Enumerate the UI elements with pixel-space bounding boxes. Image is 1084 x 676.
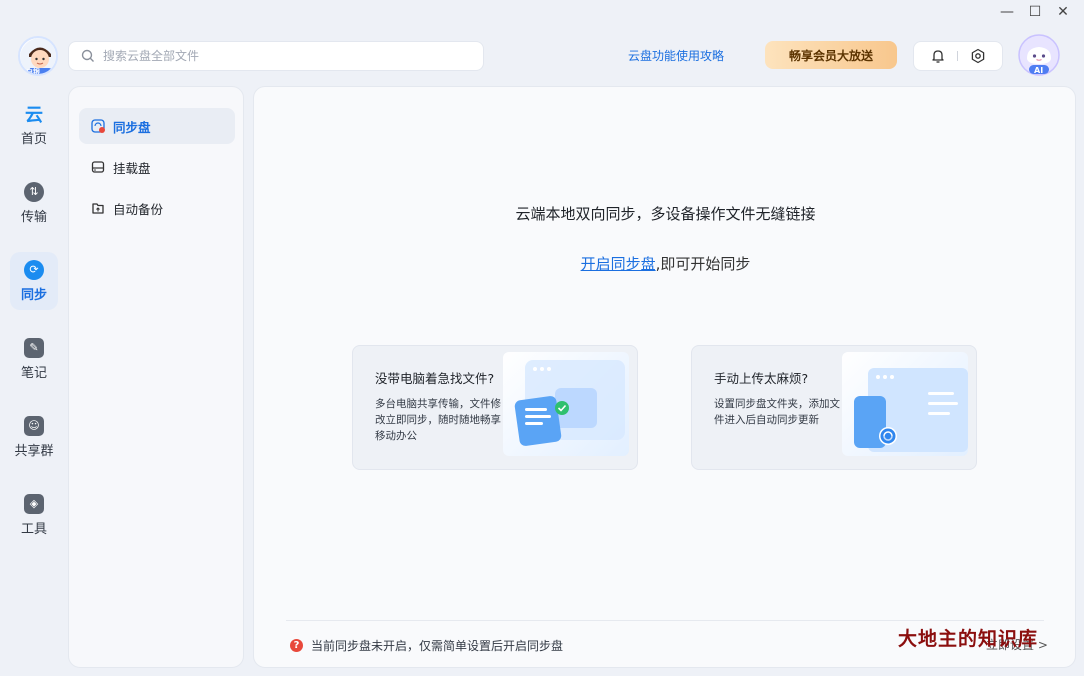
nav-item-share-group[interactable]: ☺ 共享群 bbox=[10, 408, 58, 466]
search-icon bbox=[81, 49, 94, 62]
subnav-item-mount-disk[interactable]: 挂载盘 bbox=[79, 149, 235, 185]
subnav-item-label: 挂载盘 bbox=[113, 160, 151, 176]
transfer-icon: ⇅ bbox=[24, 181, 44, 202]
backup-icon bbox=[92, 203, 104, 214]
tools-icon: ◈ bbox=[24, 493, 44, 514]
nav-item-sync[interactable]: ⟳ 同步 bbox=[10, 252, 58, 310]
feature-card-desc: 设置同步盘文件夹，添加文件进入后自动同步更新 bbox=[714, 398, 840, 426]
nav-item-label: 传输 bbox=[20, 209, 47, 225]
mount-disk-icon bbox=[91, 161, 105, 173]
nav-item-label: 首页 bbox=[20, 131, 47, 147]
content-divider bbox=[286, 620, 1044, 621]
title-bar: — ☐ ✕ bbox=[0, 0, 1084, 24]
icon-separator bbox=[957, 51, 959, 61]
feature-card-title: 没带电脑着急找文件? bbox=[375, 371, 495, 386]
nav-item-home[interactable]: 云 首页 bbox=[10, 96, 58, 154]
nav-item-tools[interactable]: ◈ 工具 bbox=[10, 486, 58, 544]
sync-subnav: 同步盘 挂载盘 自动备份 bbox=[68, 86, 244, 668]
warning-icon: ? bbox=[290, 639, 303, 652]
sync-headline: 云端本地双向同步，多设备操作文件无缝链接 bbox=[515, 205, 816, 223]
phone-sync-illustration-icon bbox=[854, 368, 968, 452]
sync-disk-icon bbox=[91, 119, 105, 133]
group-icon: ☺ bbox=[24, 415, 44, 436]
feature-guide-link[interactable]: 云盘功能使用攻略 bbox=[628, 47, 724, 64]
nav-item-notes[interactable]: ✎ 笔记 bbox=[10, 330, 58, 388]
search-input[interactable] bbox=[103, 49, 463, 63]
vip-promo-button[interactable]: 畅享会员大放送 bbox=[765, 41, 897, 69]
ai-badge: AI bbox=[1034, 66, 1044, 75]
home-icon: 云 bbox=[25, 104, 43, 126]
main-nav: 云 首页 ⇅ 传输 ⟳ 同步 ✎ 笔记 ☺ 共享群 ◈ 工具 bbox=[0, 90, 68, 560]
nav-item-label: 同步 bbox=[20, 287, 47, 303]
sync-status-text: 当前同步盘未开启，仅需简单设置后开启同步盘 bbox=[311, 639, 564, 653]
ai-assistant-avatar[interactable]: AI bbox=[1018, 34, 1060, 76]
gear-icon[interactable] bbox=[970, 48, 986, 64]
feature-card-desc: 多台电脑共享传输，文件修改立即同步，随时随地畅享移动办公 bbox=[375, 398, 501, 442]
nav-item-transfer[interactable]: ⇅ 传输 bbox=[10, 174, 58, 232]
sync-subline-text: ,即可开始同步 bbox=[655, 255, 751, 273]
nav-item-label: 工具 bbox=[20, 521, 47, 537]
note-icon: ✎ bbox=[24, 337, 44, 358]
subnav-item-auto-backup[interactable]: 自动备份 bbox=[79, 190, 235, 226]
subnav-item-label: 同步盘 bbox=[113, 119, 151, 135]
watermark-text: 大地主的知识库 bbox=[898, 628, 1039, 650]
sync-status-notice: ? 当前同步盘未开启，仅需简单设置后开启同步盘 bbox=[290, 637, 563, 654]
feature-card-upload: 手动上传太麻烦? 设置同步盘文件夹，添加文件进入后自动同步更新 bbox=[691, 345, 977, 470]
sync-subline: 开启同步盘,即可开始同步 bbox=[254, 253, 1077, 274]
bell-icon[interactable] bbox=[930, 48, 946, 64]
feature-card-share: 没带电脑着急找文件? 多台电脑共享传输，文件修改立即同步，随时随地畅享移动办公 bbox=[352, 345, 638, 470]
sync-icon: ⟳ bbox=[24, 259, 44, 280]
user-avatar[interactable]: 白银 bbox=[18, 36, 58, 76]
feature-card-illustration bbox=[842, 352, 968, 456]
avatar-badge: 白银 bbox=[26, 68, 40, 76]
vip-promo-label: 畅享会员大放送 bbox=[788, 48, 873, 63]
maximize-button[interactable]: ☐ bbox=[1024, 2, 1046, 22]
search-box[interactable] bbox=[68, 41, 484, 71]
documents-illustration-icon bbox=[514, 360, 625, 446]
nav-item-label: 笔记 bbox=[20, 365, 47, 381]
feature-card-title: 手动上传太麻烦? bbox=[714, 371, 809, 386]
subnav-item-sync-disk[interactable]: 同步盘 bbox=[79, 108, 235, 144]
close-button[interactable]: ✕ bbox=[1052, 2, 1074, 22]
minimize-button[interactable]: — bbox=[996, 2, 1018, 22]
feature-card-illustration bbox=[503, 352, 629, 456]
sync-main-panel: 云端本地双向同步，多设备操作文件无缝链接 开启同步盘,即可开始同步 没带电脑着急… bbox=[253, 86, 1076, 668]
subnav-item-label: 自动备份 bbox=[113, 201, 164, 217]
top-bar: 白银 云盘功能使用攻略 畅享会员大放送 AI bbox=[0, 30, 1084, 80]
nav-item-label: 共享群 bbox=[14, 443, 54, 459]
enable-sync-link[interactable]: 开启同步盘 bbox=[581, 255, 656, 273]
header-icon-group bbox=[913, 41, 1003, 71]
